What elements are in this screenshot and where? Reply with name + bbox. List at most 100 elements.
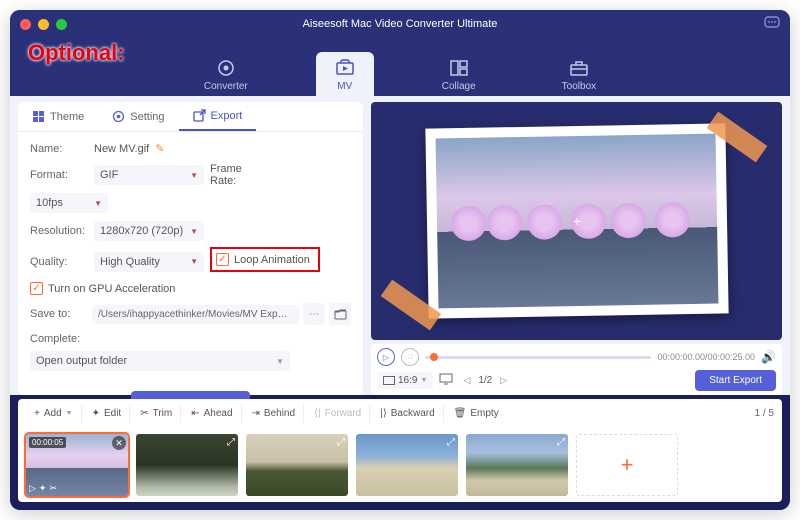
saveto-path: /Users/ihappyacethinker/Movies/MV Export… — [92, 305, 299, 324]
gear-icon — [112, 110, 125, 123]
gpu-checkbox[interactable]: ✓ — [30, 282, 43, 295]
clip-thumb-4[interactable]: ⤢ — [356, 434, 458, 496]
chevron-down-icon: ▼ — [190, 171, 198, 180]
btn-label: Forward — [325, 408, 362, 419]
trash-icon: 🗑 — [454, 408, 467, 419]
select-value: 1280x720 (720p) — [100, 225, 183, 237]
select-value: Open output folder — [36, 355, 127, 367]
preview-page-indicator: ◁ 1/2 ▷ — [459, 373, 511, 388]
format-label: Format: — [30, 169, 88, 181]
behind-icon: ⇥ — [252, 408, 260, 419]
tab-export[interactable]: Export — [179, 102, 257, 131]
ahead-button[interactable]: ⇤Ahead — [183, 404, 241, 423]
format-select[interactable]: GIF ▼ — [94, 165, 204, 185]
quality-select[interactable]: High Quality▼ — [94, 252, 204, 272]
plus-icon: + — [621, 452, 634, 478]
quality-label: Quality: — [30, 256, 88, 268]
next-page-button[interactable]: ▷ — [496, 373, 511, 388]
prev-page-button[interactable]: ◁ — [459, 373, 474, 388]
tab-setting[interactable]: Setting — [98, 102, 178, 131]
empty-button[interactable]: 🗑Empty — [446, 404, 507, 423]
resolution-select[interactable]: 1280x720 (720p)▼ — [94, 221, 204, 241]
nav-label: Toolbox — [562, 81, 596, 92]
select-value: GIF — [100, 169, 118, 181]
aspect-ratio-button[interactable]: 16:9 ▼ — [377, 372, 433, 389]
nav-converter[interactable]: Converter — [186, 52, 266, 96]
nav-toolbox[interactable]: Toolbox — [544, 52, 614, 96]
edit-name-icon[interactable]: ✎ — [155, 142, 164, 155]
ahead-icon: ⇤ — [191, 408, 199, 419]
feedback-icon[interactable] — [764, 16, 780, 33]
play-icon[interactable]: ▷ — [29, 483, 36, 494]
timeline-thumb[interactable] — [430, 353, 438, 361]
time-current: 00:00:00.00/00:00:25.00 — [657, 352, 755, 362]
add-button[interactable]: + Add ▼ — [26, 404, 82, 423]
clip-thumb-3[interactable]: ⤢ — [246, 434, 348, 496]
clip-thumb-2[interactable]: ⤢ — [136, 434, 238, 496]
export-form: Name: New MV.gif ✎ Format: GIF▼ Frame Ra… — [18, 132, 363, 439]
close-window-button[interactable] — [20, 19, 31, 30]
nav-label: Converter — [204, 81, 248, 92]
clip-page-count: 1 / 5 — [755, 408, 774, 419]
loop-animation-highlight: ✓ Loop Animation — [210, 247, 320, 272]
tab-theme[interactable]: Theme — [18, 102, 98, 131]
backward-icon: |⟩ — [380, 408, 387, 419]
maximize-window-button[interactable] — [56, 19, 67, 30]
tab-label: Export — [211, 110, 243, 122]
clip-toolbar: + Add ▼ ✦Edit ✂Trim ⇤Ahead ⇥Behind ⟨|Forwa… — [18, 399, 782, 428]
expand-icon[interactable]: ⤢ — [337, 437, 345, 448]
saveto-label: Save to: — [30, 308, 88, 320]
thumbnail-strip: 00:00:05 ✕ ▷✦✂ ⤢ ⤢ ⤢ ⤢ + — [18, 428, 782, 502]
start-export-button-secondary[interactable]: Start Export — [695, 370, 776, 391]
chevron-down-icon: ▼ — [66, 410, 73, 417]
saveto-open-folder-button[interactable] — [329, 303, 351, 325]
chevron-down-icon: ▼ — [276, 357, 284, 366]
thumb-remove-button[interactable]: ✕ — [112, 436, 126, 450]
select-value: 10fps — [36, 197, 63, 209]
name-label: Name: — [30, 143, 88, 155]
framerate-select[interactable]: 10fps ▼ — [30, 193, 108, 213]
trim-button[interactable]: ✂Trim — [132, 404, 181, 423]
volume-icon[interactable]: 🔊 — [761, 350, 776, 364]
expand-icon[interactable]: ⤢ — [557, 437, 565, 448]
edit-button[interactable]: ✦Edit — [84, 404, 131, 423]
expand-icon[interactable]: ⤢ — [227, 437, 235, 448]
clip-thumb-5[interactable]: ⤢ — [466, 434, 568, 496]
main-row: Theme Setting Export Name: New MV.gif ✎ — [10, 96, 790, 395]
toolbox-icon — [568, 58, 590, 78]
scissors-icon[interactable]: ✂ — [49, 483, 57, 494]
stop-button[interactable]: □ — [401, 348, 419, 366]
loop-animation-label: Loop Animation — [234, 254, 310, 266]
timeline-slider[interactable] — [425, 356, 651, 359]
monitor-icon[interactable] — [439, 373, 453, 388]
nav-collage[interactable]: Collage — [424, 52, 494, 96]
plus-icon: + — [34, 408, 40, 419]
select-value: High Quality — [100, 256, 160, 268]
resolution-label: Resolution: — [30, 225, 88, 237]
add-clip-button[interactable]: + — [576, 434, 678, 496]
chevron-down-icon: ▼ — [94, 199, 102, 208]
name-value: New MV.gif — [94, 143, 149, 155]
thumb-overlay-icons: ▷✦✂ — [29, 483, 57, 494]
btn-label: Add — [44, 408, 62, 419]
loop-animation-checkbox[interactable]: ✓ — [216, 253, 229, 266]
expand-icon[interactable]: ⤢ — [447, 437, 455, 448]
page-value: 1/2 — [478, 375, 492, 386]
play-button[interactable]: ▷ — [377, 348, 395, 366]
star-icon[interactable]: ✦ — [39, 483, 47, 494]
forward-button: ⟨|Forward — [306, 404, 370, 423]
minimize-window-button[interactable] — [38, 19, 49, 30]
export-icon — [193, 109, 206, 122]
backward-button[interactable]: |⟩Backward — [372, 404, 443, 423]
complete-label: Complete: — [30, 333, 88, 345]
mv-icon — [334, 58, 356, 78]
behind-button[interactable]: ⇥Behind — [244, 404, 305, 423]
btn-label: Edit — [104, 408, 121, 419]
complete-select[interactable]: Open output folder ▼ — [30, 351, 290, 371]
btn-label: Empty — [470, 408, 498, 419]
aspect-value: 16:9 — [398, 375, 417, 386]
clip-thumb-1[interactable]: 00:00:05 ✕ ▷✦✂ — [26, 434, 128, 496]
saveto-more-button[interactable]: ⋯ — [303, 303, 325, 325]
video-preview[interactable]: + — [371, 102, 782, 340]
nav-mv[interactable]: MV — [316, 52, 374, 96]
